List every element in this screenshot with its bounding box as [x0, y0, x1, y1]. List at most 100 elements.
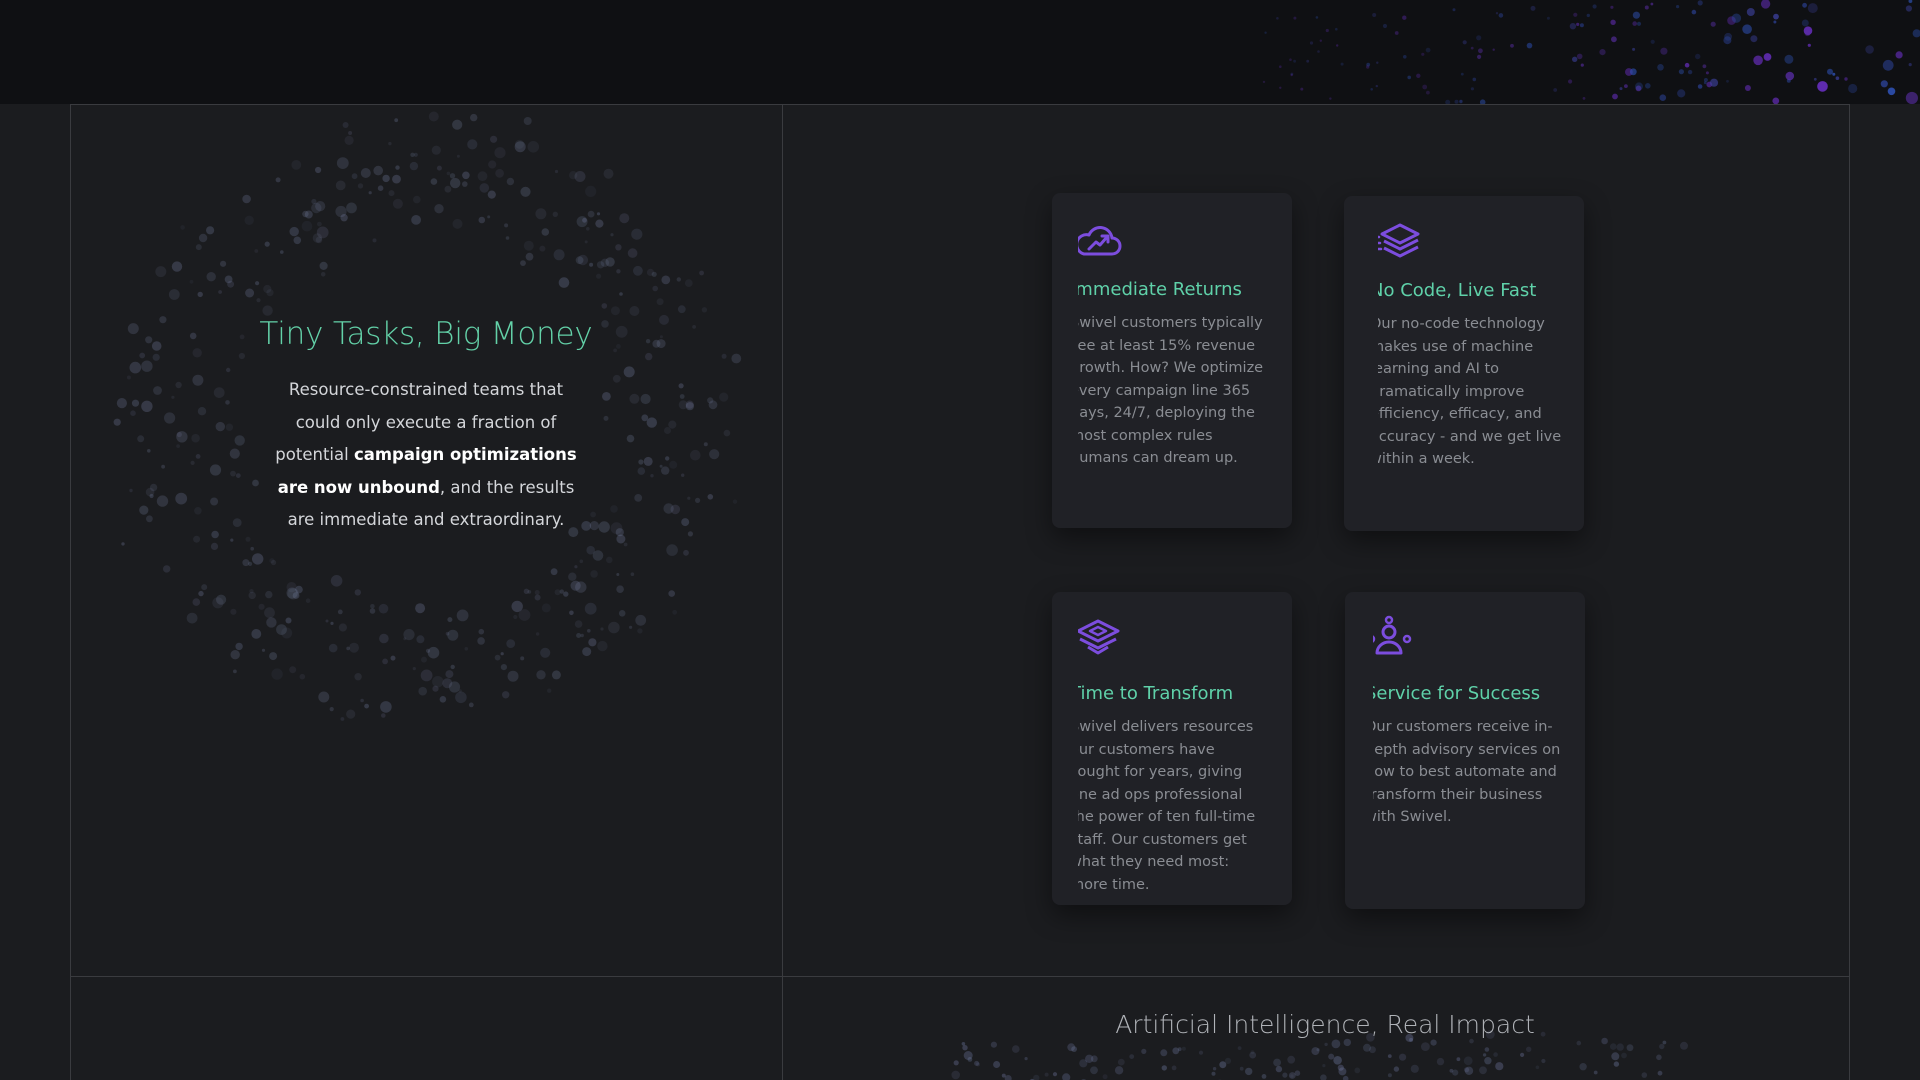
top-header-bar — [0, 0, 1920, 104]
decor-dot — [1723, 36, 1732, 45]
decor-dot — [1695, 53, 1701, 60]
decor-dot — [1697, 84, 1703, 89]
decor-dot — [1611, 36, 1617, 43]
decor-dot — [1750, 35, 1758, 43]
decor-dot — [1697, 0, 1703, 6]
card-title: Time to Transform — [1078, 683, 1234, 704]
decor-dot — [1325, 28, 1329, 33]
feature-card-time-to-transform: Time to Transform Swivel delivers resour… — [1052, 592, 1292, 905]
decor-dot — [1580, 63, 1584, 67]
hero-section: Tiny Tasks, Big Money Resource-constrain… — [240, 316, 612, 537]
decor-dot — [1802, 2, 1807, 8]
decor-dot — [1340, 62, 1344, 66]
decor-dot — [1300, 87, 1304, 91]
decor-dot — [1760, 0, 1771, 9]
decor-dot — [1394, 31, 1399, 35]
decor-dot — [1422, 84, 1428, 90]
decor-dot — [1731, 13, 1742, 23]
card-title: Service for Success — [1373, 683, 1541, 704]
decor-dot — [1372, 13, 1377, 17]
decor-dot — [1317, 50, 1320, 53]
decor-dot — [1329, 97, 1332, 100]
card-text: Our no-code technology makes use of mach… — [1378, 316, 1562, 467]
decor-dot — [1586, 13, 1591, 18]
decor-dot — [1426, 90, 1430, 95]
decor-dot — [1572, 56, 1578, 62]
diamond-stack-icon — [1078, 619, 1120, 655]
decor-dot — [1746, 8, 1755, 16]
decor-dot — [1315, 16, 1319, 19]
decor-dot — [1635, 85, 1642, 92]
decor-dot — [1912, 29, 1920, 38]
decor-dot — [1498, 13, 1504, 18]
decor-dot — [1678, 69, 1684, 75]
decor-dot — [1629, 68, 1637, 76]
decor-dot — [1644, 5, 1649, 10]
decor-dot — [1530, 5, 1536, 11]
decor-dot — [1763, 53, 1772, 61]
decor-dot — [1726, 79, 1729, 83]
section-divider — [70, 976, 1850, 977]
decor-dot — [1579, 23, 1584, 28]
decor-dot — [1691, 9, 1697, 15]
decor-dot — [1848, 83, 1858, 94]
decor-dot — [1773, 13, 1779, 20]
decor-dot — [1632, 21, 1637, 26]
decor-dot — [1573, 12, 1578, 17]
decor-dot — [1336, 44, 1339, 47]
decor-dot — [1576, 22, 1580, 26]
decor-dot — [1677, 89, 1686, 98]
decor-dot — [1705, 71, 1709, 75]
decor-dot — [1492, 48, 1495, 51]
decor-dot — [1477, 54, 1482, 60]
decor-dot — [1619, 87, 1623, 91]
decor-dot — [1416, 73, 1421, 79]
decor-dot — [1773, 20, 1777, 24]
decor-dot — [1880, 80, 1888, 88]
decor-dot — [1753, 55, 1763, 66]
decor-dot — [1706, 81, 1713, 88]
decor-dot — [1784, 54, 1794, 64]
feature-card-service-for-success: Service for Success Our customers receiv… — [1345, 592, 1585, 909]
decor-dot — [1293, 59, 1296, 63]
decor-dot — [1553, 88, 1558, 92]
decor-dot — [1452, 8, 1456, 12]
decor-dot — [1817, 81, 1828, 92]
decor-dot — [1786, 78, 1791, 83]
decor-dot — [1382, 23, 1388, 29]
decor-dot — [1569, 23, 1577, 30]
decor-dot — [1744, 85, 1751, 91]
decor-dot — [1703, 78, 1708, 82]
decor-dot — [1785, 71, 1795, 81]
decor-dot — [1804, 29, 1811, 37]
decor-dot — [1710, 21, 1716, 27]
decor-dot — [1470, 87, 1474, 91]
decor-dot — [1290, 73, 1293, 77]
decor-dot — [1807, 3, 1818, 14]
decor-dot — [1703, 81, 1707, 85]
decor-dot — [1807, 43, 1811, 47]
decor-dot — [1319, 39, 1323, 42]
decor-dot — [1421, 52, 1425, 56]
decor-dot — [1262, 80, 1266, 84]
section-title-ai: Artificial Intelligence, Real Impact — [1115, 1010, 1535, 1039]
card-title: No Code, Live Fast — [1378, 280, 1537, 301]
decor-dot — [1827, 68, 1833, 75]
card-text: Our customers receive in-depth advisory … — [1373, 719, 1561, 825]
decor-dot — [1801, 19, 1809, 27]
decor-dot — [1895, 51, 1903, 59]
decor-dot — [1844, 77, 1848, 81]
decor-dot — [1612, 93, 1618, 100]
decor-dot — [1908, 0, 1913, 3]
decor-dot — [1660, 47, 1668, 55]
decor-dot — [1657, 64, 1664, 71]
decor-dot — [1599, 49, 1606, 56]
decor-dot — [1526, 42, 1533, 49]
decor-dot — [1645, 83, 1651, 89]
decor-dot — [1610, 19, 1616, 25]
decor-dot — [1279, 86, 1282, 90]
decor-dot — [1403, 55, 1407, 59]
decor-dot — [1462, 40, 1467, 45]
decor-dot — [1407, 75, 1411, 80]
decor-dot — [1472, 77, 1477, 82]
